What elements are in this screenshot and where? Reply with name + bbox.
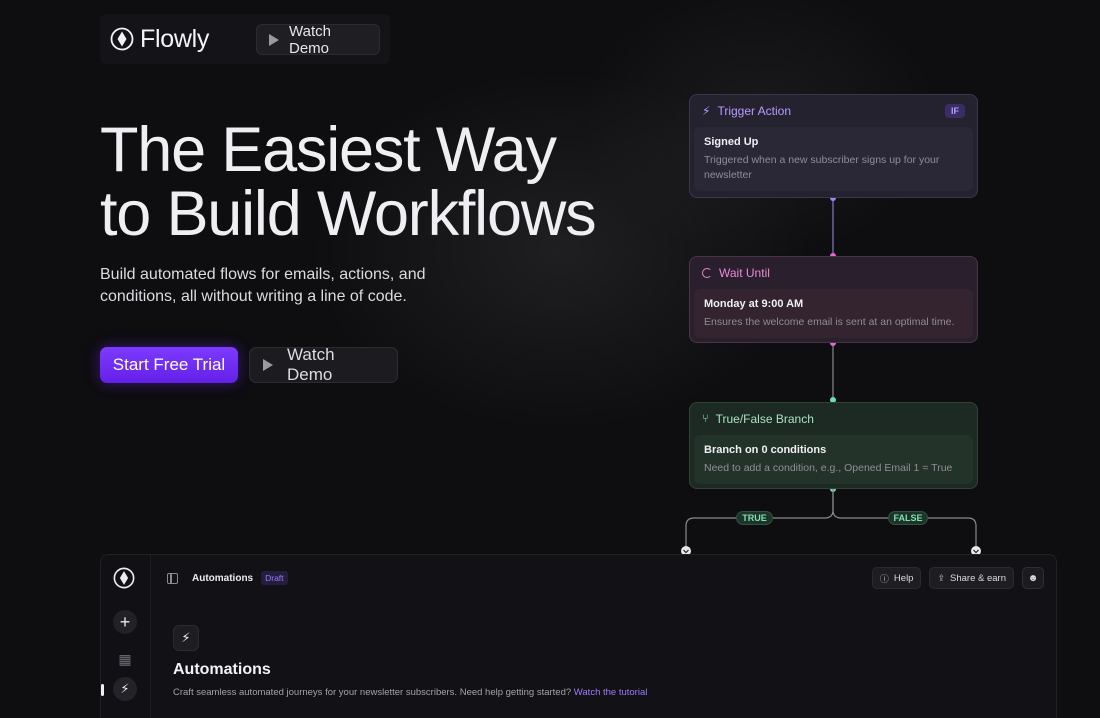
- card-title: Branch on 0 conditions: [704, 444, 827, 456]
- card-description: Need to add a condition, e.g., Opened Em…: [704, 462, 953, 474]
- top-nav: Flowly Watch Demo: [100, 14, 390, 64]
- card-description: Ensures the welcome email is sent at an …: [704, 316, 955, 328]
- avatar[interactable]: ☻: [1022, 567, 1044, 589]
- card-title: Monday at 9:00 AM: [704, 298, 804, 310]
- play-icon: [263, 359, 273, 371]
- help-label: Help: [893, 572, 914, 584]
- card-body: Monday at 9:00 AM Ensures the welcome em…: [694, 289, 973, 338]
- share-icon: ⇪: [937, 572, 946, 583]
- breadcrumb[interactable]: Automations: [192, 573, 253, 584]
- card-header-label: True/False Branch: [715, 412, 814, 426]
- hero-title-line2: to Build Workflows: [100, 179, 597, 249]
- card-body: Branch on 0 conditions Need to add a con…: [694, 435, 973, 484]
- page-title: Automations: [173, 661, 271, 678]
- start-free-trial-button[interactable]: Start Free Trial: [100, 347, 238, 383]
- help-icon: ⓘ: [879, 573, 889, 584]
- page-description: Craft seamless automated journeys for yo…: [173, 687, 647, 698]
- lightning-icon: ⚡︎: [702, 104, 711, 118]
- toolbar-actions: ⓘ Help ⇪ Share & earn ☻: [871, 567, 1044, 589]
- flowly-logo-icon: [110, 27, 134, 51]
- lightning-icon[interactable]: ⚡︎: [113, 677, 137, 701]
- clock-icon: [702, 268, 712, 278]
- share-earn-button[interactable]: ⇪ Share & earn: [929, 567, 1014, 589]
- share-label: Share & earn: [950, 572, 1006, 584]
- hero-subtitle: Build automated flows for emails, action…: [100, 266, 426, 305]
- hero-watch-demo-label: Watch Demo: [287, 345, 335, 384]
- if-badge: IF: [945, 104, 965, 118]
- brand[interactable]: Flowly: [110, 25, 209, 54]
- card-description: Triggered when a new subscriber signs up…: [704, 154, 940, 181]
- false-label: FALSE: [888, 511, 928, 525]
- app-sidebar: + ▦ ⚡︎: [101, 555, 151, 718]
- card-header-label: Wait Until: [719, 266, 770, 280]
- hero-title: The Easiest Way to Build Workflows: [100, 118, 700, 246]
- card-title: Signed Up: [704, 136, 759, 148]
- true-label: TRUE: [736, 511, 773, 525]
- trigger-action-card[interactable]: ⚡︎ Trigger Action IF Signed Up Triggered…: [689, 94, 978, 198]
- true-false-branch-card[interactable]: ⑂ True/False Branch Branch on 0 conditio…: [689, 402, 978, 489]
- brand-name: Flowly: [140, 24, 210, 53]
- flowly-logo-icon[interactable]: [113, 567, 135, 589]
- chevron-down-icon: [973, 549, 979, 554]
- app-preview: + ▦ ⚡︎ Automations Draft ⓘ Help ⇪ Share …: [100, 554, 1057, 718]
- card-header: Wait Until: [690, 257, 977, 289]
- card-header: ⚡︎ Trigger Action IF: [690, 95, 977, 127]
- active-indicator: [101, 684, 104, 696]
- card-body: Signed Up Triggered when a new subscribe…: [694, 127, 973, 191]
- wait-until-card[interactable]: Wait Until Monday at 9:00 AM Ensures the…: [689, 256, 978, 343]
- grid-icon[interactable]: ▦: [113, 647, 137, 671]
- add-icon[interactable]: +: [113, 610, 137, 634]
- help-button[interactable]: ⓘ Help: [871, 567, 922, 589]
- nav-watch-demo-button[interactable]: Watch Demo: [256, 22, 380, 57]
- chevron-down-icon: [683, 549, 689, 554]
- card-header-label: Trigger Action: [717, 104, 792, 118]
- hero-title-line1: The Easiest Way: [100, 115, 557, 185]
- watch-tutorial-link[interactable]: Watch the tutorial: [574, 687, 648, 698]
- hero-watch-demo-button[interactable]: Watch Demo: [249, 345, 398, 384]
- nav-watch-demo-label: Watch Demo: [289, 22, 331, 57]
- play-icon: [269, 33, 279, 46]
- sidebar-toggle-icon[interactable]: [167, 572, 178, 584]
- branch-icon: ⑂: [702, 413, 709, 425]
- page-description-text: Craft seamless automated journeys for yo…: [173, 687, 574, 698]
- lightning-icon: ⚡︎: [173, 625, 199, 651]
- card-header: ⑂ True/False Branch: [690, 403, 977, 435]
- app-toolbar: Automations Draft ⓘ Help ⇪ Share & earn …: [151, 555, 1056, 601]
- status-badge: Draft: [261, 571, 288, 585]
